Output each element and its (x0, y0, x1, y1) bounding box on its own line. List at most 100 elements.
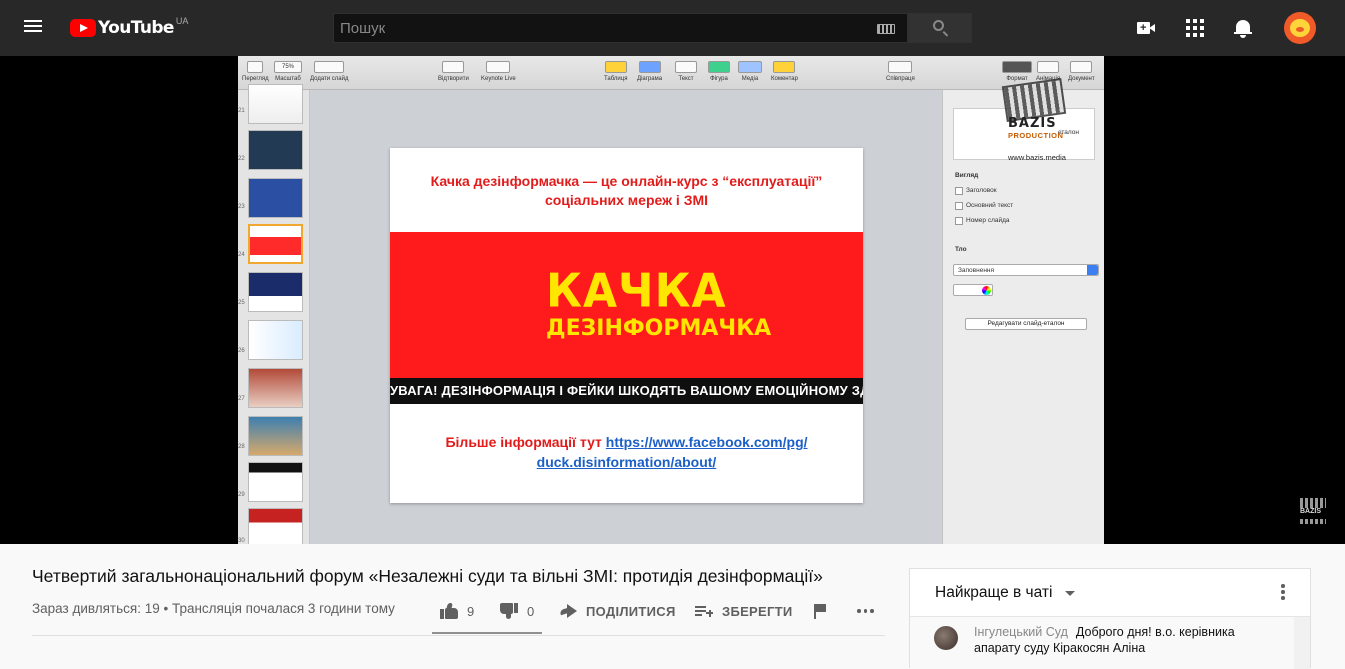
tb-play: Відтворити (438, 61, 469, 82)
more-actions-button[interactable] (857, 601, 874, 621)
slide-number: 30 (238, 538, 245, 544)
checkbox-label-title: Заголовок (966, 187, 997, 194)
search-input[interactable]: Пошук (333, 13, 908, 43)
tb-add-slide: Додати слайд (310, 61, 349, 82)
slide: Качка дезінформачка — це онлайн-курс з “… (390, 148, 863, 503)
slide-canvas: Качка дезінформачка — це онлайн-курс з “… (310, 90, 942, 544)
chat-scrollbar[interactable] (1294, 617, 1310, 669)
create-video-icon[interactable]: + (1135, 17, 1157, 39)
bazis-watermark: BAZIS PRODUCTION www.bazis.media (1001, 77, 1068, 164)
like-button[interactable]: 9 (440, 601, 474, 621)
checkbox-label-body: Основний текст (966, 202, 1014, 209)
slide-number: 29 (238, 492, 245, 498)
tb-zoom: 75% Масштаб (274, 61, 302, 82)
dropdown-arrow-icon[interactable] (1065, 591, 1075, 596)
color-wheel-icon (982, 286, 991, 295)
menu-icon[interactable] (22, 17, 44, 39)
video-meta: Зараз дивляться: 19 • Трансляція почалас… (32, 601, 395, 616)
banner-title: КАЧКА (546, 264, 727, 319)
slide-more-info: Більше інформації тут https://www.facebo… (400, 432, 853, 472)
chat-more-icon[interactable] (1280, 584, 1286, 602)
fill-select: Заповнення (953, 264, 1099, 276)
share-icon (559, 604, 577, 618)
slide-thumb (248, 416, 303, 456)
tb-view: Перегляд (242, 61, 269, 82)
checkbox (955, 202, 963, 210)
watermark-url: www.bazis.media (1008, 153, 1066, 162)
share-label: ПОДІЛИТИСЯ (586, 603, 676, 619)
slide-heading: Качка дезінформачка — це онлайн-курс з “… (430, 173, 823, 208)
chat-mode-selector[interactable]: Найкраще в чаті (935, 584, 1052, 602)
watermark-brand: BAZIS (1008, 116, 1057, 131)
banner-subtitle: ДЕЗІНФОРМАЧКА (546, 316, 772, 341)
facebook-link-line1: https://www.facebook.com/pg/ (605, 434, 808, 450)
more-horizontal-icon (857, 609, 874, 613)
flag-icon (813, 603, 827, 619)
report-button[interactable] (813, 601, 827, 621)
notifications-bell-icon[interactable] (1232, 17, 1254, 39)
like-count: 9 (467, 603, 475, 619)
thumbs-down-icon (500, 603, 518, 619)
keyboard-icon[interactable] (877, 24, 895, 34)
slide-thumb (248, 462, 303, 502)
watermark-production: PRODUCTION (1008, 131, 1064, 140)
slide-navigator: 21 22 23 24 25 26 27 28 29 30 (238, 84, 310, 544)
search-icon (933, 20, 944, 31)
chat-author-name[interactable]: Інгулецький Суд (974, 625, 1068, 639)
tb-text: Текст (675, 61, 697, 82)
sentiment-bar (432, 632, 542, 634)
slide-thumb (248, 368, 303, 408)
checkbox-label-slide-number: Номер слайда (966, 217, 1010, 224)
slide-number: 21 (238, 108, 245, 114)
channel-watermark[interactable]: BAZIS (1300, 498, 1326, 526)
youtube-logo[interactable]: YouTube UA (70, 16, 189, 39)
channel-watermark-text: BAZIS (1300, 508, 1321, 515)
slide-number: 23 (238, 204, 245, 210)
slide-number: 28 (238, 444, 245, 450)
chat-author-avatar[interactable] (934, 626, 958, 650)
save-button[interactable]: ЗБЕРЕГТИ (695, 601, 793, 621)
chat-header: Найкраще в чаті (910, 569, 1310, 617)
save-label: ЗБЕРЕГТИ (722, 603, 793, 619)
checkbox (955, 217, 963, 225)
tb-keynote-live: Keynote Live (481, 61, 516, 82)
user-avatar[interactable] (1284, 12, 1316, 44)
slide-banner: КАЧКА ДЕЗІНФОРМАЧКА УВАГА! ДЕЗІНФОРМАЦІЯ… (390, 232, 863, 404)
divider (32, 635, 885, 636)
youtube-play-icon (70, 19, 96, 37)
view-label: Вигляд (955, 172, 979, 179)
country-code: UA (175, 16, 189, 26)
slide-thumb (248, 272, 303, 312)
dislike-count: 0 (527, 603, 535, 619)
edit-master-button: Редагувати слайд-еталон (965, 318, 1087, 330)
tb-collaborate: Співпраця (886, 61, 915, 82)
chat-message: Інгулецький Суд Доброго дня! в.о. керівни… (974, 624, 1279, 656)
checkbox (955, 187, 963, 195)
video-player[interactable]: Перегляд 75% Масштаб Додати слайд Відтвор… (0, 56, 1345, 544)
slide-number: 27 (238, 396, 245, 402)
slide-number: 26 (238, 348, 245, 354)
slide-number: 25 (238, 300, 245, 306)
video-frame: Перегляд 75% Масштаб Додати слайд Відтвор… (238, 56, 1104, 544)
share-button[interactable]: ПОДІЛИТИСЯ (559, 601, 676, 621)
apps-grid-icon[interactable] (1184, 17, 1206, 39)
slide-thumb (248, 84, 303, 124)
color-well (953, 284, 993, 296)
select-arrow-icon (1087, 265, 1098, 275)
slide-thumb (248, 320, 303, 360)
slide-thumb (248, 130, 303, 170)
fill-value: Заповнення (958, 267, 995, 274)
background-label: Тло (955, 246, 967, 253)
playlist-add-icon (695, 604, 713, 618)
tb-shape: Фігура (708, 61, 730, 82)
slide-thumb (248, 178, 303, 218)
more-info-label: Більше інформації тут (445, 434, 602, 450)
tb-chart: Діаграма (637, 61, 662, 82)
thumbs-up-icon (440, 603, 458, 619)
slide-thumb-selected (248, 224, 303, 264)
dislike-button[interactable]: 0 (500, 601, 534, 621)
top-bar: YouTube UA Пошук + (0, 0, 1345, 56)
slide-thumb (248, 508, 303, 544)
search-button[interactable] (908, 13, 972, 43)
keynote-toolbar: Перегляд 75% Масштаб Додати слайд Відтвор… (238, 56, 1104, 90)
